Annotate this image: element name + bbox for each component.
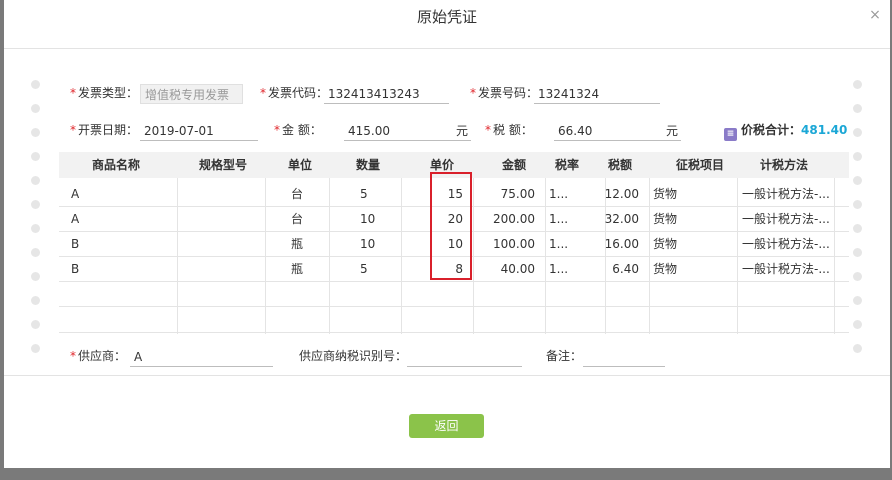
perforation-left [31, 80, 41, 370]
invoice-type-label: * 发票类型： [70, 86, 139, 100]
remark-field[interactable] [583, 347, 665, 367]
cell-tax: 6.40 [612, 262, 639, 276]
required-mark: * [260, 86, 266, 100]
tax-label: * 税 额： [485, 123, 533, 137]
cell-rate: 1... [549, 212, 569, 226]
col-header-name: 商品名称 [92, 158, 141, 172]
amount-field[interactable]: 415.00 [344, 121, 471, 141]
cell-unit: 瓶 [291, 262, 304, 276]
issue-date-field[interactable]: 2019-07-01 [140, 121, 258, 141]
col-header-unit: 单位 [288, 158, 313, 172]
issue-date-label: * 开票日期： [70, 123, 139, 137]
cell-name: B [71, 262, 80, 276]
required-mark: * [70, 349, 76, 363]
col-header-amount: 金额 [502, 158, 527, 172]
cell-amount: 200.00 [493, 212, 535, 226]
col-header-rate: 税率 [555, 158, 580, 172]
cell-amount: 75.00 [500, 187, 535, 201]
cell-tax: 12.00 [604, 187, 639, 201]
supplier-taxid-label: 供应商纳税识别号： [299, 349, 408, 363]
cell-rate: 1... [549, 262, 569, 276]
col-header-tax: 税额 [608, 158, 633, 172]
calculator-icon: ≡ [724, 128, 737, 141]
price-column-highlight [430, 172, 472, 280]
cell-tax: 32.00 [604, 212, 639, 226]
invoice-number-field[interactable]: 13241324 [534, 84, 660, 104]
cell-unit: 瓶 [291, 237, 304, 251]
cell-tax-item: 货物 [653, 237, 678, 251]
row-divider [59, 332, 849, 333]
invoice-type-field[interactable]: 增值税专用发票 [140, 84, 243, 104]
required-mark: * [274, 123, 280, 137]
total-value: 481.40 [801, 123, 848, 137]
footer-divider [4, 375, 890, 376]
remark-label: 备注： [546, 349, 583, 363]
title-divider [4, 48, 890, 49]
cell-qty: 5 [360, 262, 368, 276]
cell-tax: 16.00 [604, 237, 639, 251]
row-divider [59, 306, 849, 307]
cell-qty: 10 [360, 212, 376, 226]
cell-name: B [71, 237, 80, 251]
cell-tax-method: 一般计税方法-... [742, 237, 830, 251]
cell-rate: 1... [549, 187, 569, 201]
supplier-label: * 供应商： [70, 349, 127, 363]
cell-qty: 5 [360, 187, 368, 201]
perforation-right [853, 80, 863, 370]
cell-unit: 台 [291, 187, 304, 201]
supplier-field[interactable]: A [130, 347, 273, 367]
cell-tax-item: 货物 [653, 262, 678, 276]
col-header-tax-item: 征税项目 [676, 158, 725, 172]
col-header-qty: 数量 [356, 158, 381, 172]
required-mark: * [485, 123, 491, 137]
cell-tax-method: 一般计税方法-... [742, 187, 830, 201]
cell-tax-method: 一般计税方法-... [742, 262, 830, 276]
cell-tax-method: 一般计税方法-... [742, 212, 830, 226]
cell-unit: 台 [291, 212, 304, 226]
invoice-code-field[interactable]: 132413413243 [324, 84, 449, 104]
required-mark: * [70, 86, 76, 100]
cell-qty: 10 [360, 237, 376, 251]
required-mark: * [470, 86, 476, 100]
tax-unit: 元 [666, 124, 679, 138]
invoice-code-label: * 发票代码： [260, 86, 329, 100]
dialog-title: 原始凭证 [416, 8, 477, 26]
cell-rate: 1... [549, 237, 569, 251]
invoice-number-label: * 发票号码： [470, 86, 539, 100]
cell-amount: 100.00 [493, 237, 535, 251]
cell-amount: 40.00 [500, 262, 535, 276]
cell-tax-item: 货物 [653, 187, 678, 201]
tax-field[interactable]: 66.40 [554, 121, 681, 141]
amount-label: * 金 额： [274, 123, 322, 137]
col-header-tax-method: 计税方法 [760, 158, 809, 172]
cell-name: A [71, 187, 80, 201]
close-icon[interactable]: × [868, 8, 882, 22]
col-header-spec: 规格型号 [199, 158, 248, 172]
supplier-taxid-field[interactable] [407, 347, 522, 367]
required-mark: * [70, 123, 76, 137]
return-button[interactable]: 返回 [409, 414, 484, 438]
cell-name: A [71, 212, 80, 226]
voucher-dialog: 原始凭证 × * 发票类型： 增值税专用发票 * 发票代码： 13241341324… [4, 0, 890, 468]
total-summary: ≡ 价税合计：481.40 [724, 119, 847, 141]
amount-unit: 元 [456, 124, 469, 138]
cell-tax-item: 货物 [653, 212, 678, 226]
